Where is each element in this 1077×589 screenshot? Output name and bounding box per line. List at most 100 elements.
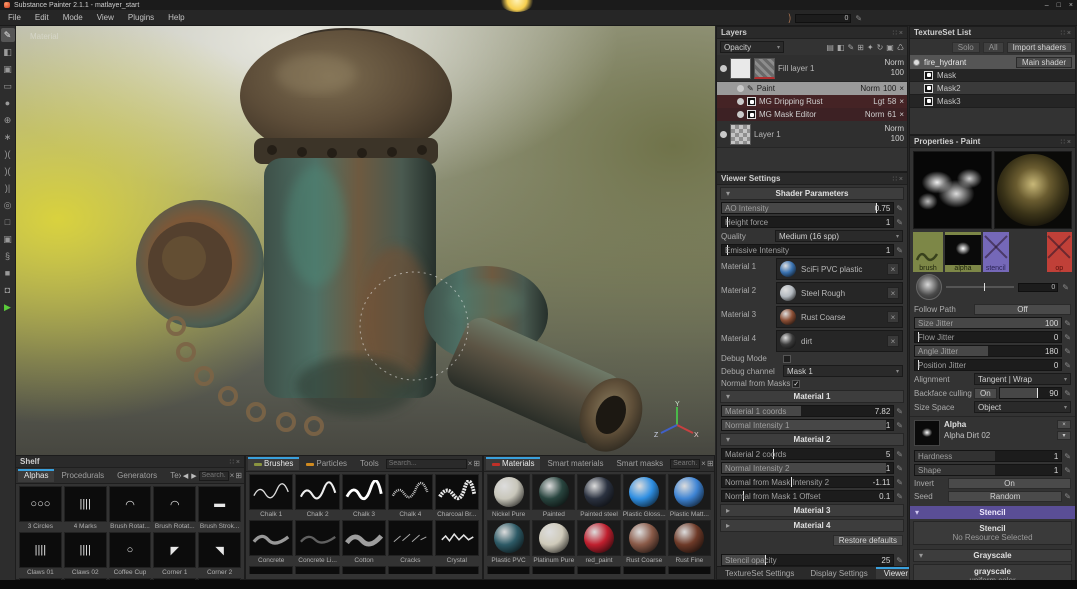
visibility-eye-icon[interactable] xyxy=(720,65,727,72)
normal-from-mask-intensity-2-slider[interactable]: Normal from Mask Intensity 2-1.11 xyxy=(721,476,894,488)
emissive-intensity-slider[interactable]: Emissive Intensity1 xyxy=(721,244,894,256)
maximize-button[interactable]: □ xyxy=(1057,2,1061,9)
size-space-dropdown[interactable]: Object▾ xyxy=(974,401,1071,413)
brush-item[interactable]: Cotton xyxy=(342,520,386,564)
alpha-item[interactable]: ○Coffee Cup xyxy=(109,532,152,576)
stencil-slot[interactable]: stencil xyxy=(983,232,1009,272)
visibility-eye-icon[interactable] xyxy=(737,98,744,105)
layer-opacity[interactable]: 100 xyxy=(891,68,904,78)
symmetry-x-icon[interactable]: )( xyxy=(1,147,15,161)
tab-brushes[interactable]: Brushes xyxy=(248,457,299,470)
clone-tool[interactable]: ⊕ xyxy=(1,113,15,127)
smudge-tool[interactable]: ● xyxy=(1,96,15,110)
solo-button[interactable]: Solo xyxy=(952,42,980,53)
symmetry-z-icon[interactable]: )| xyxy=(1,181,15,195)
close-button[interactable]: × xyxy=(1069,2,1073,9)
radio-icon[interactable] xyxy=(913,59,920,66)
edit-value-icon[interactable]: ✎ xyxy=(896,464,903,473)
material-1-coords-slider[interactable]: Material 1 coords7.82 xyxy=(721,405,894,417)
edit-value-icon[interactable]: ✎ xyxy=(1064,466,1071,475)
layer-thumbnail[interactable] xyxy=(730,58,751,79)
blend-mode-dropdown[interactable]: Opacity▾ xyxy=(720,41,784,53)
material-item[interactable]: Plastic Matt... xyxy=(668,474,711,518)
clear-material-icon[interactable]: × xyxy=(887,263,899,275)
menu-file[interactable]: File xyxy=(8,13,21,22)
layer-mask-thumbnail[interactable] xyxy=(754,58,775,79)
alpha-item[interactable]: ||||Claws 02 xyxy=(64,532,107,576)
minimize-button[interactable]: – xyxy=(1045,2,1049,9)
material-picker-tool[interactable]: ∗ xyxy=(1,130,15,144)
visibility-eye-icon[interactable] xyxy=(737,85,744,92)
brush-size-slider[interactable] xyxy=(946,286,1014,288)
size-jitter-slider[interactable]: Size Jitter100 xyxy=(914,317,1062,329)
tab-textureset-settings[interactable]: TextureSet Settings xyxy=(717,567,802,579)
edit-value-icon[interactable]: ✎ xyxy=(896,246,903,255)
tab-alphas[interactable]: Alphas xyxy=(18,469,54,482)
all-button[interactable]: All xyxy=(983,42,1004,53)
edit-value-icon[interactable]: ✎ xyxy=(1064,361,1071,370)
normal-intensity-2-slider[interactable]: Normal Intensity 21 xyxy=(721,462,894,474)
shader-icon[interactable]: § xyxy=(1,249,15,263)
height-force-slider[interactable]: Height force1 xyxy=(721,216,894,228)
edit-value-icon[interactable]: ✎ xyxy=(896,492,903,501)
paint-tool[interactable]: ✎ xyxy=(1,28,15,42)
material-item[interactable]: Nickel Pure xyxy=(487,474,530,518)
hardness-slider[interactable]: Hardness1 xyxy=(914,450,1062,462)
gizmo-toggle-icon[interactable]: ▶ xyxy=(1,300,15,314)
brush-item[interactable]: Concrete Li... xyxy=(295,520,339,564)
edit-value-icon[interactable]: ✎ xyxy=(855,14,862,23)
panel-options-icon[interactable]: ∷ × xyxy=(230,458,241,466)
mask-row[interactable]: Mask2 xyxy=(910,82,1075,95)
navigation-gizmo[interactable]: Y X Z xyxy=(653,399,699,445)
stencil-opacity-slider[interactable]: Stencil opacity25 xyxy=(721,554,894,566)
visibility-eye-icon[interactable] xyxy=(720,131,727,138)
shelf-search-input[interactable] xyxy=(199,471,229,481)
panel-options-icon[interactable]: ∷ × xyxy=(893,29,904,37)
alpha-slot[interactable]: alpha xyxy=(945,232,981,272)
brush-tip-preview[interactable] xyxy=(916,274,942,300)
edit-value-icon[interactable]: ✎ xyxy=(1064,492,1071,501)
add-fill-layer-icon[interactable]: ◧ xyxy=(837,43,845,52)
brush-item[interactable]: Chalk 1 xyxy=(249,474,293,518)
panel-options-icon[interactable]: ∷ × xyxy=(893,175,904,183)
material-item[interactable]: Platinum Pure xyxy=(532,520,575,564)
clear-search-icon[interactable]: × xyxy=(230,471,235,480)
tab-particles[interactable]: Particles xyxy=(300,457,353,470)
edit-value-icon[interactable]: ✎ xyxy=(896,478,903,487)
toolbar-value-field[interactable]: 0 xyxy=(795,14,851,23)
material-item[interactable]: Rust Fine xyxy=(668,520,711,564)
mask-row[interactable]: Mask xyxy=(910,69,1075,82)
symmetry-y-icon[interactable]: )( xyxy=(1,164,15,178)
stencil-section-header[interactable]: ▾Stencil xyxy=(910,506,1075,519)
alpha-preview-thumbnail[interactable] xyxy=(913,151,992,229)
remove-alpha-icon[interactable]: × xyxy=(1057,420,1071,429)
alpha-item[interactable]: ||||Claws 01 xyxy=(19,532,62,576)
frame-view-icon[interactable]: ▣ xyxy=(1,232,15,246)
brush-item[interactable]: Cracks xyxy=(388,520,432,564)
brush-item[interactable]: Crystal xyxy=(435,520,479,564)
material-item[interactable]: Painted xyxy=(532,474,575,518)
clear-material-icon[interactable]: × xyxy=(887,287,899,299)
angle-jitter-slider[interactable]: Angle Jitter180 xyxy=(914,345,1062,357)
edit-value-icon[interactable]: ✎ xyxy=(1064,347,1071,356)
textureset-row-fire-hydrant[interactable]: fire_hydrant Main shader xyxy=(910,55,1075,69)
op-slot[interactable]: op xyxy=(1047,232,1073,272)
material-3-section-header[interactable]: ▸Material 3 xyxy=(720,504,904,517)
alpha-item[interactable]: ◤Corner 1 xyxy=(153,532,196,576)
alpha-item[interactable]: ▬Brush Strok... xyxy=(198,486,241,530)
material-1-slot[interactable]: SciFi PVC plastic× xyxy=(776,258,903,280)
edit-value-icon[interactable]: ✎ xyxy=(1064,333,1071,342)
material-2-coords-slider[interactable]: Material 2 coords5 xyxy=(721,448,894,460)
ao-intensity-slider[interactable]: AO Intensity0.75 xyxy=(721,202,894,214)
grayscale-section-header[interactable]: ▾Grayscale xyxy=(913,549,1072,562)
layer-row-fill-layer-1[interactable]: Fill layer 1 Norm 100 xyxy=(717,55,907,82)
seed-random-button[interactable]: Random xyxy=(948,491,1062,502)
effect-row-dripping-rust[interactable]: MG Dripping Rust Lgt 58 × xyxy=(717,95,907,108)
grid-view-icon[interactable]: ⊞ xyxy=(235,471,242,480)
alpha-item[interactable]: ◥Corner 2 xyxy=(198,532,241,576)
position-jitter-slider[interactable]: Position Jitter0 xyxy=(914,359,1062,371)
edit-value-icon[interactable]: ✎ xyxy=(896,218,903,227)
import-shaders-button[interactable]: Import shaders xyxy=(1007,42,1072,53)
edit-value-icon[interactable]: ✎ xyxy=(896,421,903,430)
scroll-left-icon[interactable]: ◀ xyxy=(182,472,189,480)
